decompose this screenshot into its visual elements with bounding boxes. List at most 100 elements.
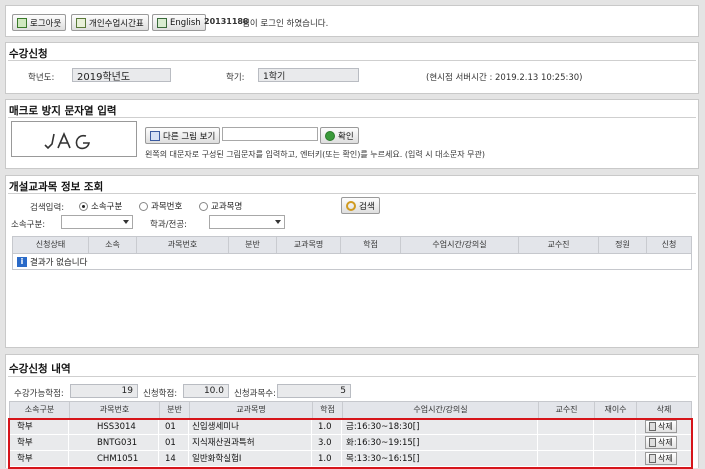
timetable-button[interactable]: 개인수업시간표 <box>71 14 149 31</box>
trash-icon <box>649 422 656 431</box>
cell-professor <box>538 419 594 435</box>
table-row: 학부 HSS3014 01 신입생세미나 1.0 금:16:30~18:30[]… <box>9 419 692 435</box>
course-count-field: 5 <box>277 384 351 398</box>
course-count-label: 신청과목수: <box>234 389 276 399</box>
refresh-icon <box>150 130 160 141</box>
history-title: 수강신청 내역 <box>9 363 71 375</box>
cell-retake <box>594 419 636 435</box>
col-capacity: 정원 <box>599 237 647 253</box>
history-panel: 수강신청 내역 수강가능학점: 19 신청학점: 10.0 신청과목수: 5 소… <box>5 354 699 469</box>
search-icon <box>346 200 356 211</box>
empty-result: i 결과가 없습니다 <box>12 254 692 270</box>
logout-button[interactable]: 로그아웃 <box>12 14 67 31</box>
confirm-button[interactable]: 확인 <box>320 127 359 144</box>
col-professor: 교수진 <box>519 237 599 253</box>
col-status: 신청상태 <box>13 237 89 253</box>
cell-type: 학부 <box>9 419 69 435</box>
available-credit-label: 수강가능학점: <box>14 389 64 399</box>
col-code: 과목번호 <box>137 237 229 253</box>
col-section: 분반 <box>229 237 277 253</box>
year-field: 2019학년도 <box>72 68 171 83</box>
cell-time: 목:13:30~16:15[] <box>342 451 538 467</box>
cell-credit: 1.0 <box>312 451 342 467</box>
col-delete: 삭제 <box>656 405 672 414</box>
applied-credit-field: 10.0 <box>183 384 229 398</box>
col-dept-type: 소속구분 <box>10 402 70 418</box>
divider <box>8 193 696 194</box>
col-name: 교과목명 <box>190 402 313 418</box>
trash-icon <box>649 454 656 463</box>
delete-button[interactable]: 삭제 <box>645 452 677 465</box>
year-label: 학년도: <box>28 73 55 83</box>
trash-icon <box>649 438 656 447</box>
applied-credit-label: 신청학점: <box>143 389 178 399</box>
col-section: 분반 <box>160 402 190 418</box>
captcha-hint: 왼쪽의 대문자로 구성된 그림문자를 입력하고, 엔터키(또는 확인)를 누르세… <box>145 150 485 159</box>
semester-field: 1학기 <box>258 68 359 82</box>
history-table-header: 소속구분 과목번호 분반 교과목명 학점 수업시간/강의실 교수진 재이수 삭제 <box>9 401 692 419</box>
radio-course-code[interactable]: 과목번호 <box>139 200 182 212</box>
radio-dot <box>199 201 208 211</box>
cell-code: CHM1051 <box>69 451 159 467</box>
col-time: 수업시간/강의실 <box>401 237 519 253</box>
col-time: 수업시간/강의실 <box>343 402 539 418</box>
radio-dept-type[interactable]: 소속구분 <box>79 200 122 212</box>
english-button[interactable]: English <box>152 14 206 31</box>
captcha-glyphs <box>44 131 90 150</box>
macro-title: 매크로 방지 문자열 입력 <box>9 105 117 117</box>
info-icon: i <box>17 256 27 267</box>
semester-label: 학기: <box>226 73 245 83</box>
col-retake: 재이수 <box>595 402 637 418</box>
search-title: 개설교과목 정보 조회 <box>9 181 104 193</box>
cell-retake <box>594 435 636 451</box>
captcha-image <box>11 121 137 157</box>
table-row: 학부 CHM1051 14 일반화학실험I 1.0 목:13:30~16:15[… <box>9 451 692 467</box>
cell-type: 학부 <box>9 451 69 467</box>
delete-button[interactable]: 삭제 <box>645 420 677 433</box>
search-button[interactable]: 검색 <box>341 197 380 214</box>
cell-retake <box>594 451 636 467</box>
radio-dot <box>79 201 88 211</box>
col-apply: 신청 <box>661 240 677 249</box>
cell-professor <box>538 435 594 451</box>
col-professor: 교수진 <box>539 402 595 418</box>
chevron-down-icon <box>275 220 281 224</box>
captcha-input[interactable] <box>222 127 318 141</box>
magnifier-page-icon <box>76 17 86 28</box>
cell-credit: 3.0 <box>312 435 342 451</box>
search-panel: 개설교과목 정보 조회 검색입력: 소속구분 과목번호 교과목명 검색 소속구분… <box>5 175 699 348</box>
dept-type-select[interactable] <box>61 215 133 229</box>
macro-panel: 매크로 방지 문자열 입력 다른 그림 보기 확인 왼쪽의 대문자로 구성된 그… <box>5 99 699 169</box>
cell-section: 14 <box>159 451 189 467</box>
language-icon <box>157 17 167 28</box>
col-name: 교과목명 <box>277 237 341 253</box>
cell-name: 신입생세미나 <box>189 419 312 435</box>
cell-name: 지식재산권과특허 <box>189 435 312 451</box>
available-credit-field: 19 <box>70 384 138 398</box>
search-table-header: 신청상태 소속 과목번호 분반 교과목명 학점 수업시간/강의실 교수진 정원 … <box>12 236 692 254</box>
enroll-panel: 수강신청 학년도: 2019학년도 학기: 1학기 (현시점 서버시간 : 20… <box>5 42 699 94</box>
cell-code: HSS3014 <box>69 419 159 435</box>
delete-button[interactable]: 삭제 <box>645 436 677 449</box>
login-message: 님이 로그인 하였습니다. <box>242 19 329 29</box>
search-input-label: 검색입력: <box>30 203 65 213</box>
other-image-button[interactable]: 다른 그림 보기 <box>145 127 221 144</box>
col-dept: 소속 <box>89 237 137 253</box>
col-code: 과목번호 <box>70 402 160 418</box>
cell-time: 금:16:30~18:30[] <box>342 419 538 435</box>
dept-label: 학과/전공: <box>150 220 188 230</box>
radio-dot <box>139 201 148 211</box>
logout-icon <box>17 17 27 28</box>
cell-time: 화:16:30~19:15[] <box>342 435 538 451</box>
divider <box>8 376 696 377</box>
divider <box>8 60 696 61</box>
server-time: (현시점 서버시간 : 2019.2.13 10:25:30) <box>426 73 583 83</box>
cell-professor <box>538 451 594 467</box>
cell-section: 01 <box>159 435 189 451</box>
cell-code: BNTG031 <box>69 435 159 451</box>
table-row: 학부 BNTG031 01 지식재산권과특허 3.0 화:16:30~19:15… <box>9 435 692 451</box>
cell-section: 01 <box>159 419 189 435</box>
enroll-title: 수강신청 <box>9 48 48 60</box>
dept-select[interactable] <box>209 215 285 229</box>
radio-course-name[interactable]: 교과목명 <box>199 200 242 212</box>
